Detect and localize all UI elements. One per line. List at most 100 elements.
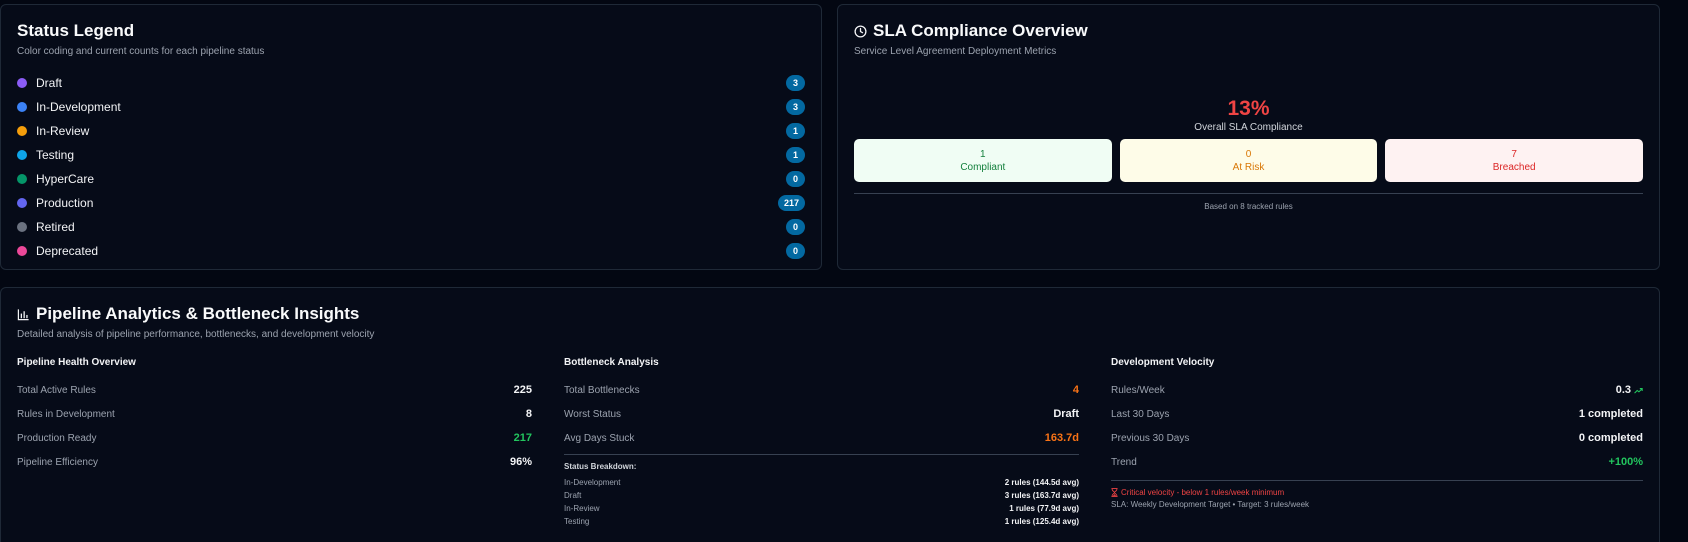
metric-trend: Trend +100% [1111, 450, 1643, 474]
legend-list: Draft 3 In-Development 3 In-Review 1 Testing 1 H… [17, 71, 805, 263]
metric-label: Pipeline Efficiency [17, 456, 98, 468]
legend-item-production: Production 217 [17, 191, 805, 215]
metric-label: Last 30 Days [1111, 408, 1170, 420]
status-color-dot [17, 174, 27, 184]
metric-value: 0.3 [1615, 384, 1631, 396]
sla-breached-box: 7 Breached [1385, 139, 1644, 182]
count-badge: 217 [777, 195, 805, 211]
metric-previous-30-days: Previous 30 Days 0 completed [1111, 426, 1643, 450]
status-color-dot [17, 222, 27, 232]
sla-breached-label: Breached [1492, 162, 1536, 173]
legend-item-deprecated: Deprecated 0 [17, 239, 805, 263]
legend-item-in-development: In-Development 3 [17, 95, 805, 119]
metric-value: 1 completed [1578, 408, 1643, 420]
metric-label: Total Active Rules [17, 384, 96, 396]
velocity-alert-text: Critical velocity - below 1 rules/week m… [1121, 488, 1285, 497]
metric-label: Total Bottlenecks [564, 384, 640, 396]
status-legend-card: Status Legend Color coding and current c… [0, 4, 822, 270]
breakdown-label: Testing [564, 517, 590, 526]
legend-item-label: Draft [36, 76, 63, 90]
status-breakdown: Status Breakdown: In-Development 2 rules… [564, 454, 1079, 528]
metric-label: Worst Status [564, 408, 622, 420]
analytics-title-row: Pipeline Analytics & Bottleneck Insights [17, 304, 1643, 324]
hourglass-icon [1111, 488, 1118, 497]
status-color-dot [17, 150, 27, 160]
breakdown-label: Draft [564, 491, 582, 500]
metric-production-ready: Production Ready 217 [17, 426, 532, 450]
legend-item-label: Retired [36, 220, 75, 234]
breakdown-value: 3 rules (163.7d avg) [1004, 491, 1079, 500]
sla-boxes: 1 Compliant 0 At Risk 7 Breached [854, 139, 1644, 182]
metric-value: 163.7d [1044, 432, 1079, 444]
sla-at-risk-box: 0 At Risk [1119, 139, 1378, 182]
legend-item-hypercare: HyperCare 0 [17, 167, 805, 191]
sla-percent: 13% [1227, 97, 1270, 120]
status-color-dot [17, 102, 27, 112]
breakdown-row: In-Development 2 rules (144.5d avg) [564, 476, 1079, 489]
metric-label: Avg Days Stuck [564, 432, 635, 444]
metric-value: 0 completed [1578, 432, 1643, 444]
metric-rules-per-week: Rules/Week 0.3 [1111, 378, 1643, 402]
legend-item-label: HyperCare [36, 172, 95, 186]
velocity-alert: Critical velocity - below 1 rules/week m… [1111, 480, 1643, 509]
count-badge: 0 [786, 243, 805, 259]
breakdown-value: 1 rules (125.4d avg) [1004, 517, 1079, 526]
status-legend-subtitle: Color coding and current counts for each… [17, 46, 265, 57]
legend-item-retired: Retired 0 [17, 215, 805, 239]
legend-item-draft: Draft 3 [17, 71, 805, 95]
metric-value: +100% [1608, 456, 1643, 468]
velocity-alert-line: Critical velocity - below 1 rules/week m… [1111, 488, 1643, 497]
metric-value: Draft [1053, 408, 1079, 420]
legend-item-label: In-Review [36, 124, 90, 138]
status-color-dot [17, 126, 27, 136]
sla-at-risk-value: 0 [1245, 149, 1252, 160]
sla-at-risk-label: At Risk [1232, 162, 1265, 173]
metric-value: 225 [513, 384, 532, 396]
sla-breached-value: 7 [1511, 149, 1517, 160]
bottleneck-analysis-title: Bottleneck Analysis [564, 357, 659, 368]
bottleneck-analysis-column: Bottleneck Analysis Total Bottlenecks 4 … [548, 357, 1095, 528]
sla-compliance-card: SLA Compliance Overview Service Level Ag… [837, 4, 1660, 270]
analytics-title: Pipeline Analytics & Bottleneck Insights [36, 304, 360, 323]
legend-item-label: Testing [36, 148, 75, 162]
sla-note: Based on 8 tracked rules [1204, 202, 1293, 211]
metric-total-bottlenecks: Total Bottlenecks 4 [564, 378, 1079, 402]
metric-last-30-days: Last 30 Days 1 completed [1111, 402, 1643, 426]
analytics-columns: Pipeline Health Overview Total Active Ru… [17, 357, 1643, 528]
breakdown-label: In-Development [564, 478, 621, 487]
metric-avg-days-stuck: Avg Days Stuck 163.7d [564, 426, 1079, 450]
trending-up-icon [1634, 387, 1643, 394]
breakdown-value: 1 rules (77.9d avg) [1009, 504, 1079, 513]
pipeline-health-title: Pipeline Health Overview [17, 357, 136, 368]
pipeline-health-column: Pipeline Health Overview Total Active Ru… [17, 357, 548, 528]
pipeline-analytics-card: Pipeline Analytics & Bottleneck Insights… [0, 287, 1660, 542]
legend-item-label: Deprecated [36, 244, 99, 258]
metric-label: Trend [1111, 456, 1137, 468]
metric-label: Production Ready [17, 432, 97, 444]
metric-worst-status: Worst Status Draft [564, 402, 1079, 426]
legend-item-label: Production [36, 196, 94, 210]
metric-pipeline-efficiency: Pipeline Efficiency 96% [17, 450, 532, 474]
analytics-subtitle: Detailed analysis of pipeline performanc… [17, 329, 375, 340]
status-color-dot [17, 246, 27, 256]
velocity-sla-note: SLA: Weekly Development Target • Target:… [1111, 500, 1310, 509]
sla-overall: 13% Overall SLA Compliance [854, 97, 1643, 133]
metric-label: Previous 30 Days [1111, 432, 1190, 444]
metric-rules-in-development: Rules in Development 8 [17, 402, 532, 426]
metric-value: 217 [513, 432, 532, 444]
metric-label: Rules in Development [17, 408, 115, 420]
legend-item-label: In-Development [36, 100, 121, 114]
status-breakdown-title: Status Breakdown: [564, 462, 637, 471]
status-legend-title: Status Legend [17, 21, 135, 40]
count-badge: 1 [786, 123, 805, 139]
count-badge: 0 [786, 171, 805, 187]
metric-value: 96% [509, 456, 532, 468]
sla-subtitle: Service Level Agreement Deployment Metri… [854, 46, 1057, 57]
status-color-dot [17, 198, 27, 208]
breakdown-value: 2 rules (144.5d avg) [1004, 478, 1079, 487]
count-badge: 1 [786, 147, 805, 163]
development-velocity-title: Development Velocity [1111, 357, 1215, 368]
metric-total-active-rules: Total Active Rules 225 [17, 378, 532, 402]
sla-compliant-label: Compliant [960, 162, 1006, 173]
metric-value: 8 [525, 408, 532, 420]
